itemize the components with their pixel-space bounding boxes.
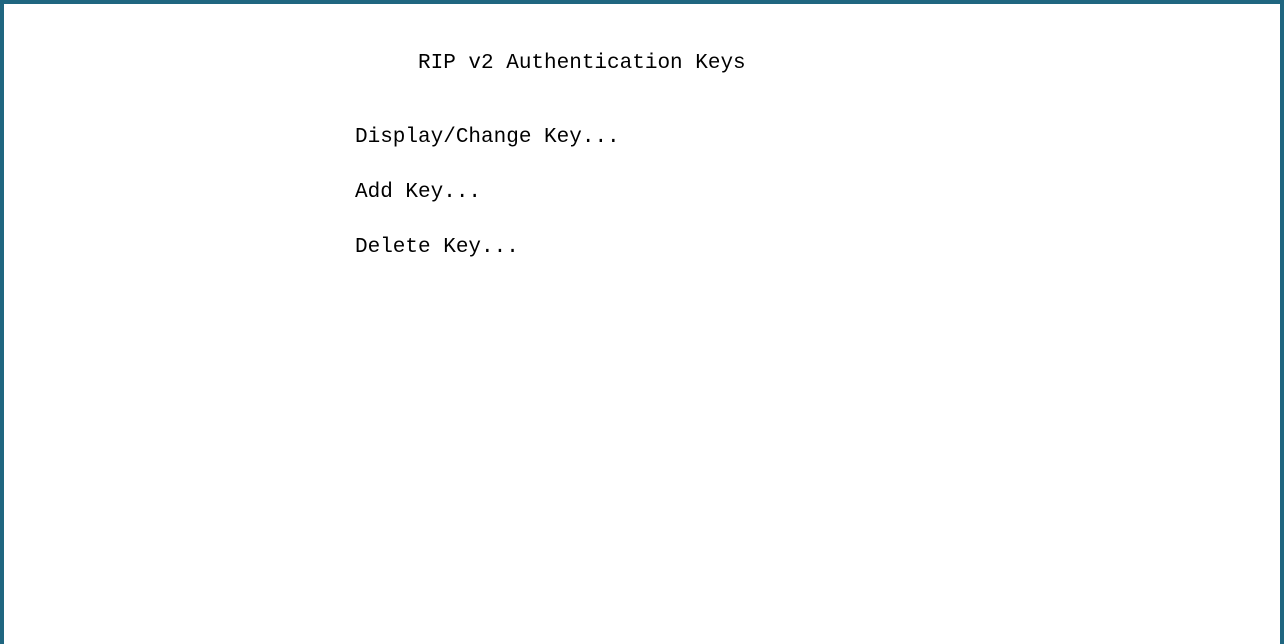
menu-item-delete-key[interactable]: Delete Key...: [355, 234, 620, 262]
page-title: RIP v2 Authentication Keys: [418, 52, 746, 75]
menu-list: Display/Change Key... Add Key... Delete …: [355, 124, 620, 289]
menu-item-display-change-key[interactable]: Display/Change Key...: [355, 124, 620, 152]
terminal-screen: RIP v2 Authentication Keys Display/Chang…: [0, 0, 1284, 644]
menu-item-add-key[interactable]: Add Key...: [355, 179, 620, 207]
